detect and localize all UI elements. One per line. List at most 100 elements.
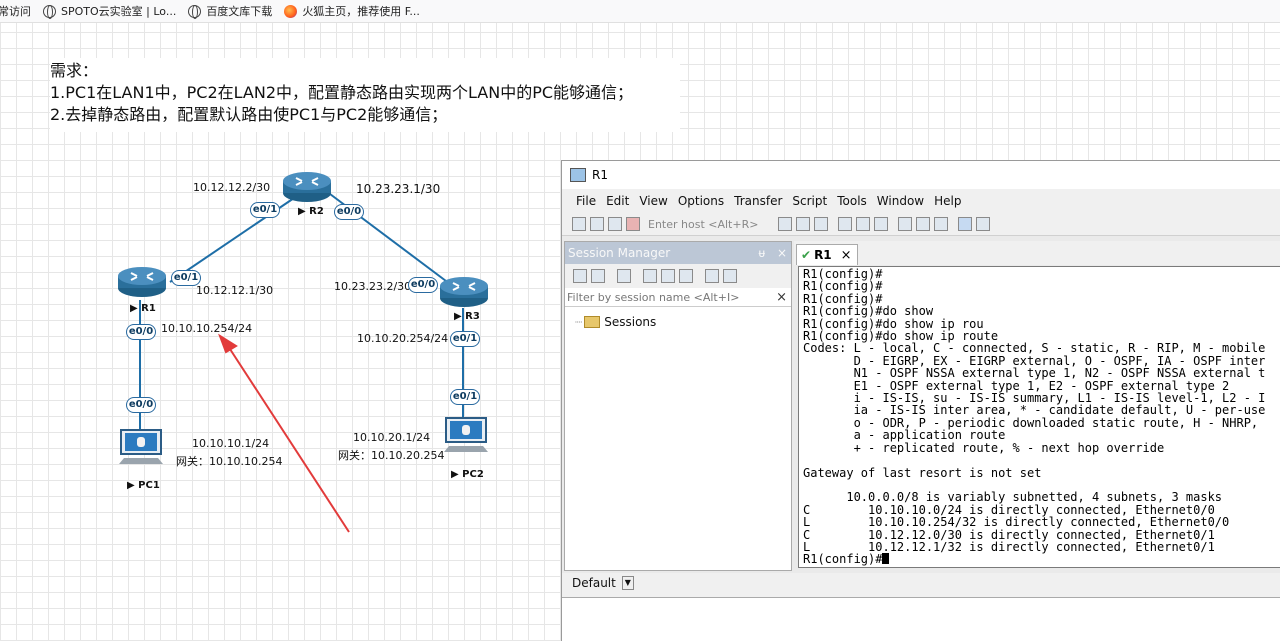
device-pc1-label[interactable]: ▶ PC1 [127, 480, 160, 491]
securecrt-window: R1 File Edit View Options Transfer Scrip… [561, 160, 1280, 641]
session-tabs: ✔ R1 × [794, 241, 1280, 265]
ip-r1-e00: 10.10.10.254/24 [161, 322, 253, 335]
menu-script[interactable]: Script [792, 194, 827, 208]
clear-filter-icon[interactable]: × [776, 290, 787, 305]
tab-label: R1 [814, 248, 832, 262]
connected-check-icon: ✔ [801, 248, 812, 262]
device-name: R1 [141, 303, 156, 314]
folder-icon [584, 316, 601, 328]
keymap-icon[interactable] [934, 217, 949, 231]
tab-close-icon[interactable]: × [841, 248, 852, 263]
connect-session-icon[interactable] [573, 269, 587, 283]
global-options-icon[interactable] [916, 217, 931, 231]
session-properties-icon[interactable] [723, 269, 737, 283]
paste-icon[interactable] [796, 217, 811, 231]
router-r3-icon [440, 277, 488, 307]
cut-icon[interactable] [643, 269, 657, 283]
arrowhead-1 [218, 333, 238, 354]
port-pc2-e01[interactable]: e0/1 [450, 389, 480, 405]
find-icon[interactable] [814, 217, 829, 231]
ip-r2-left: 10.12.12.2/30 [193, 181, 271, 194]
pc1-icon [119, 429, 163, 464]
menu-view[interactable]: View [639, 194, 667, 208]
gateway-pc2: 网关：10.10.20.254 [338, 449, 445, 462]
gateway-pc1: 网关：10.10.10.254 [176, 455, 283, 468]
reconnect-icon[interactable] [608, 217, 622, 231]
close-icon[interactable]: × [777, 246, 787, 260]
session-options-icon[interactable] [898, 217, 913, 231]
new-session-icon[interactable] [617, 269, 631, 283]
quick-connect-icon[interactable] [590, 217, 604, 231]
device-name: PC2 [462, 469, 484, 480]
command-target-select[interactable]: Default ▼ [572, 573, 634, 593]
sessions-tree-root[interactable]: ┈ Sessions [575, 315, 791, 329]
connect-icon[interactable] [572, 217, 586, 231]
router-r1-icon [118, 267, 166, 297]
menu-help[interactable]: Help [934, 194, 961, 208]
print-icon[interactable] [856, 217, 871, 231]
ip-pc2: 10.10.20.1/24 [353, 431, 431, 444]
terminal-line: + - replicated route, % - next hop overr… [803, 440, 1165, 455]
port-pc1-e00[interactable]: e0/0 [126, 397, 156, 413]
link-r1-r2 [169, 193, 301, 283]
menu-window[interactable]: Window [877, 194, 924, 208]
device-name: PC1 [138, 480, 160, 491]
terminal-screen[interactable]: R1(config)# R1(config)# R1(config)# R1(c… [798, 266, 1280, 568]
properties-icon[interactable] [976, 217, 991, 231]
port-r3-e01[interactable]: e0/1 [450, 331, 480, 347]
host-input[interactable]: Enter host <Alt+R> [648, 218, 758, 231]
device-r3-label[interactable]: ▶ R3 [454, 311, 480, 322]
terminal-line: R1(config)# [803, 552, 883, 567]
terminal-output: R1(config)# R1(config)# R1(config)# R1(c… [799, 267, 1280, 567]
copy-icon[interactable] [778, 217, 793, 231]
port-r1-e00[interactable]: e0/0 [126, 324, 156, 340]
router-r2-icon [283, 172, 331, 202]
terminal-cursor [882, 553, 890, 565]
sessions-label: Sessions [604, 315, 657, 329]
disconnect-icon[interactable] [626, 217, 640, 231]
tab-r1[interactable]: ✔ R1 × [796, 244, 858, 265]
device-pc2-label[interactable]: ▶ PC2 [451, 469, 484, 480]
app-icon [570, 168, 586, 182]
port-r3-e00[interactable]: e0/0 [408, 277, 438, 293]
session-filter-placeholder: Filter by session name <Alt+I> [567, 290, 740, 304]
print-setup-icon[interactable] [838, 217, 853, 231]
menu-options[interactable]: Options [678, 194, 724, 208]
help-icon[interactable] [958, 217, 973, 231]
command-window-input[interactable] [562, 597, 1280, 641]
paste-session-icon[interactable] [679, 269, 693, 283]
session-manager-title: Session Manager [568, 246, 671, 260]
ip-pc1: 10.10.10.1/24 [192, 437, 270, 450]
pc2-icon [444, 417, 488, 452]
terminal-line: Gateway of last resort is not set [803, 465, 1042, 480]
ip-r2-right: 10.23.23.1/30 [356, 182, 441, 196]
pin-icon[interactable]: ᵾ [759, 246, 766, 260]
device-r1-label[interactable]: ▶ R1 [130, 303, 156, 314]
menu-transfer[interactable]: Transfer [734, 194, 782, 208]
menu-file[interactable]: File [576, 194, 596, 208]
port-r2-e01[interactable]: e0/1 [250, 202, 280, 218]
session-manager-panel: Session Manager ᵾ × Filter by session na… [564, 241, 792, 571]
device-r2-label[interactable]: ▶ R2 [298, 206, 324, 217]
ip-r3-e00: 10.23.23.2/30 [334, 280, 412, 293]
toolbar: Enter host <Alt+R> [562, 213, 1280, 236]
dropdown-arrow-icon: ▼ [621, 576, 634, 590]
tree-connector: ┈ [575, 315, 583, 329]
session-manager-header: Session Manager ᵾ × [565, 242, 791, 264]
session-manager-toolbar [565, 264, 791, 288]
delete-icon[interactable] [705, 269, 719, 283]
port-r2-e00[interactable]: e0/0 [334, 204, 364, 220]
menu-edit[interactable]: Edit [606, 194, 629, 208]
window-titlebar[interactable]: R1 [562, 161, 1280, 189]
copy-session-icon[interactable] [661, 269, 675, 283]
ip-r1-e01: 10.12.12.1/30 [196, 284, 274, 297]
topology-links [139, 193, 464, 430]
command-target-value: Default [572, 576, 616, 590]
device-name: R3 [465, 311, 480, 322]
menu-tools[interactable]: Tools [837, 194, 867, 208]
session-filter-input[interactable]: Filter by session name <Alt+I> × [565, 288, 791, 307]
connect-tab-icon[interactable] [591, 269, 605, 283]
device-name: R2 [309, 206, 324, 217]
print-screen-icon[interactable] [874, 217, 889, 231]
command-window-bar: Default ▼ [562, 573, 1280, 597]
